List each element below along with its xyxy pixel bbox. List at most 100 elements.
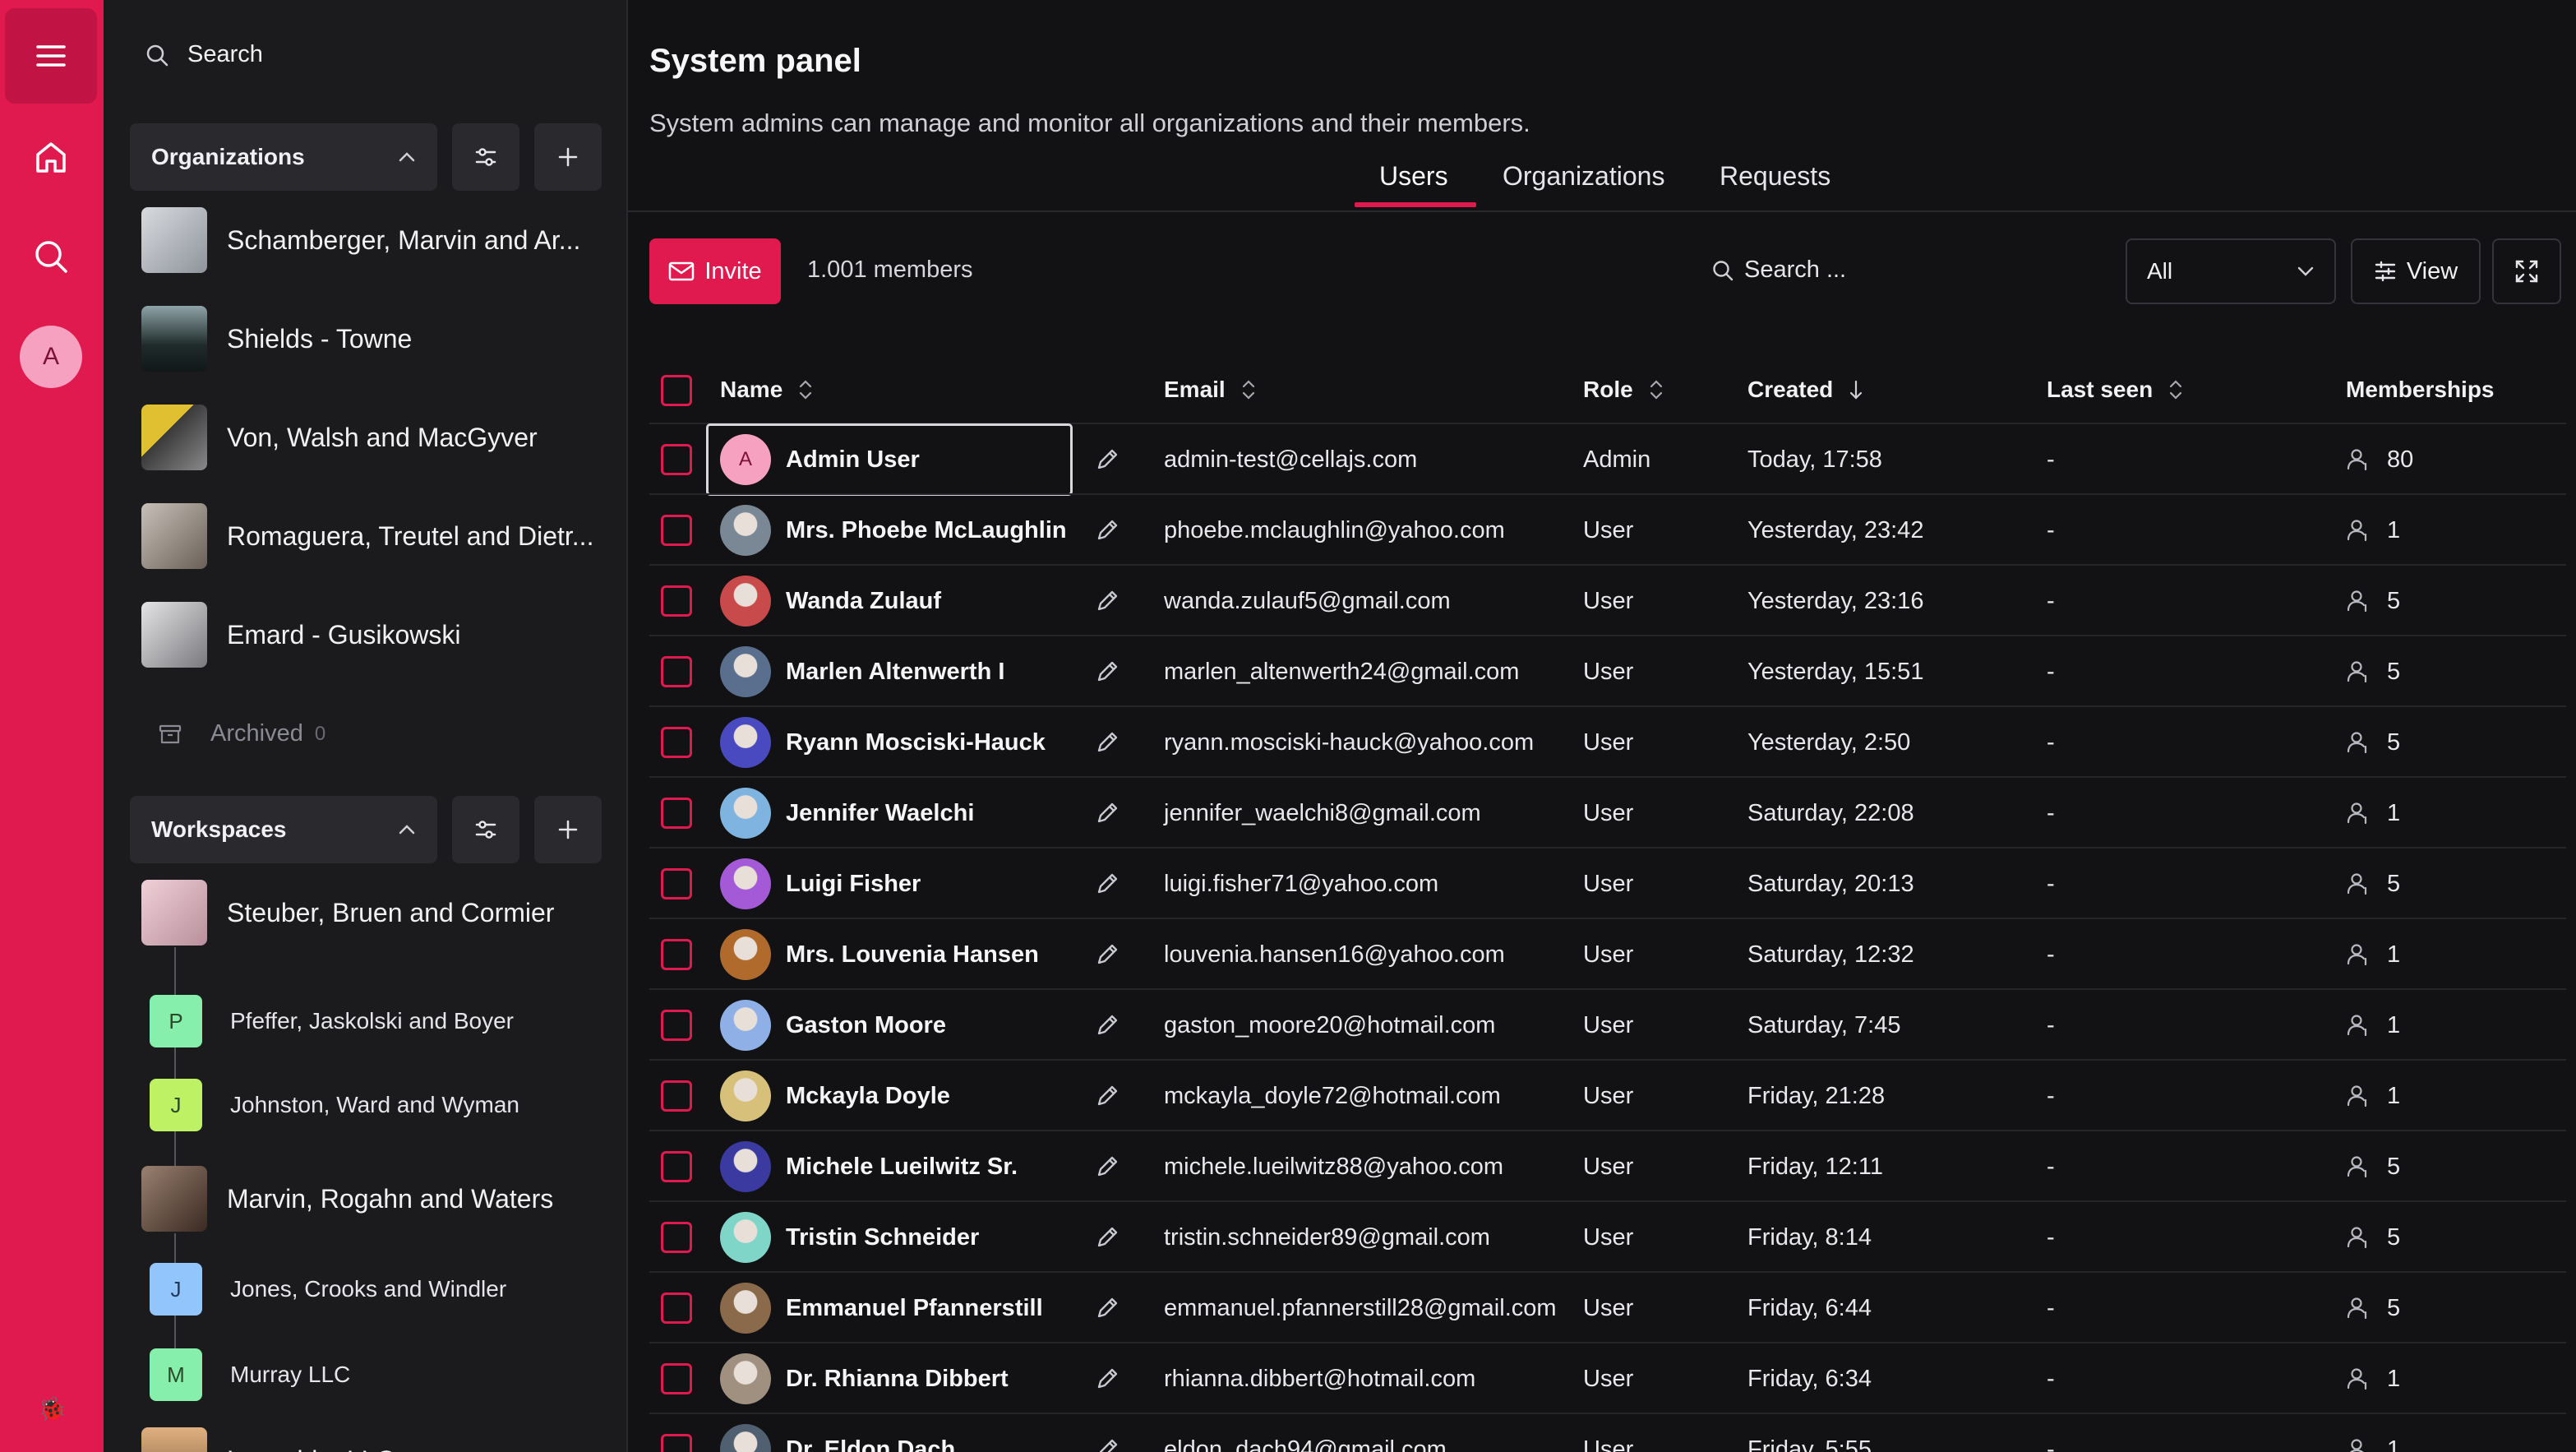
- project-item[interactable]: M Murray LLC: [150, 1348, 350, 1401]
- user-name-cell[interactable]: Ryann Mosciski-Hauck: [720, 707, 1046, 778]
- user-name-cell[interactable]: Jennifer Waelchi: [720, 778, 974, 849]
- row-select[interactable]: [661, 1273, 692, 1343]
- edit-user-button[interactable]: [1095, 1202, 1119, 1273]
- user-name-cell[interactable]: Emmanuel Pfannerstill: [720, 1273, 1043, 1343]
- tab-users[interactable]: Users: [1379, 161, 1448, 208]
- memberships-cell[interactable]: 1: [2346, 990, 2400, 1061]
- user-name-cell[interactable]: Wanda Zulauf: [720, 566, 941, 636]
- column-header-created[interactable]: Created: [1747, 377, 1864, 403]
- row-select[interactable]: [661, 990, 692, 1061]
- row-select[interactable]: [661, 1343, 692, 1414]
- user-name-cell[interactable]: Tristin Schneider: [720, 1202, 979, 1273]
- table-row[interactable]: Jennifer Waelchi jennifer_waelchi8@gmail.…: [649, 776, 2566, 847]
- menu-button[interactable]: [5, 8, 97, 104]
- view-options-button[interactable]: View: [2351, 238, 2481, 304]
- workspace-item[interactable]: Marvin, Rogahn and Waters: [141, 1164, 553, 1233]
- memberships-cell[interactable]: 5: [2346, 849, 2400, 919]
- memberships-cell[interactable]: 5: [2346, 707, 2400, 778]
- archived-organizations[interactable]: Archived 0: [158, 720, 325, 747]
- edit-user-button[interactable]: [1095, 424, 1119, 495]
- checkbox[interactable]: [661, 444, 692, 475]
- user-name-cell[interactable]: Dr. Rhianna Dibbert: [720, 1343, 1009, 1414]
- workspaces-filter-button[interactable]: [452, 796, 519, 863]
- user-name-cell[interactable]: Marlen Altenwerth I: [720, 636, 1004, 707]
- organization-item[interactable]: Shields - Towne: [141, 304, 412, 373]
- table-row[interactable]: Luigi Fisher luigi.fisher71@yahoo.com User…: [649, 847, 2566, 918]
- edit-user-button[interactable]: [1095, 919, 1119, 990]
- workspace-item[interactable]: Lueschke LLC: [141, 1426, 395, 1452]
- user-name-cell[interactable]: Dr. Eldon Dach: [720, 1414, 955, 1452]
- user-name-cell[interactable]: Mrs. Phoebe McLaughlin: [720, 495, 1067, 566]
- sidebar-search[interactable]: Search: [145, 41, 263, 68]
- row-select[interactable]: [661, 707, 692, 778]
- row-select[interactable]: [661, 566, 692, 636]
- project-item[interactable]: J Johnston, Ward and Wyman: [150, 1079, 519, 1131]
- checkbox[interactable]: [661, 1222, 692, 1253]
- organizations-filter-button[interactable]: [452, 123, 519, 191]
- memberships-cell[interactable]: 5: [2346, 566, 2400, 636]
- table-row[interactable]: Emmanuel Pfannerstill emmanuel.pfannersti…: [649, 1271, 2566, 1342]
- edit-user-button[interactable]: [1095, 990, 1119, 1061]
- tab-organizations[interactable]: Organizations: [1503, 161, 1664, 208]
- checkbox[interactable]: [661, 939, 692, 970]
- table-row[interactable]: Gaston Moore gaston_moore20@hotmail.com Us…: [649, 988, 2566, 1059]
- checkbox[interactable]: [661, 798, 692, 829]
- user-name-cell[interactable]: Mrs. Louvenia Hansen: [720, 919, 1039, 990]
- row-select[interactable]: [661, 849, 692, 919]
- column-header-last-seen[interactable]: Last seen: [2047, 377, 2184, 403]
- checkbox[interactable]: [661, 375, 692, 406]
- row-select[interactable]: [661, 919, 692, 990]
- organization-item[interactable]: Romaguera, Treutel and Dietr...: [141, 502, 593, 571]
- checkbox[interactable]: [661, 656, 692, 687]
- memberships-cell[interactable]: 1: [2346, 495, 2400, 566]
- memberships-cell[interactable]: 80: [2346, 424, 2413, 495]
- memberships-cell[interactable]: 5: [2346, 636, 2400, 707]
- edit-user-button[interactable]: [1095, 636, 1119, 707]
- select-all-checkbox[interactable]: [661, 375, 692, 406]
- edit-user-button[interactable]: [1095, 849, 1119, 919]
- checkbox[interactable]: [661, 585, 692, 617]
- table-row[interactable]: Tristin Schneider tristin.schneider89@gma…: [649, 1200, 2566, 1271]
- memberships-cell[interactable]: 1: [2346, 919, 2400, 990]
- fullscreen-button[interactable]: [2492, 238, 2561, 304]
- row-select[interactable]: [661, 1061, 692, 1131]
- workspaces-toggle[interactable]: Workspaces: [130, 796, 437, 863]
- table-row[interactable]: Ryann Mosciski-Hauck ryann.mosciski-hauck…: [649, 705, 2566, 776]
- edit-user-button[interactable]: [1095, 495, 1119, 566]
- edit-user-button[interactable]: [1095, 1414, 1119, 1452]
- project-item[interactable]: J Jones, Crooks and Windler: [150, 1263, 506, 1316]
- organization-item[interactable]: Emard - Gusikowski: [141, 600, 461, 669]
- table-row[interactable]: A Admin User admin-test@cellajs.com Admin To…: [649, 423, 2566, 496]
- checkbox[interactable]: [661, 1010, 692, 1041]
- user-name-cell[interactable]: A Admin User: [706, 423, 1073, 496]
- edit-user-button[interactable]: [1095, 1061, 1119, 1131]
- user-avatar[interactable]: A: [20, 326, 82, 388]
- debug-icon[interactable]: 🐞: [38, 1398, 67, 1421]
- checkbox[interactable]: [661, 1151, 692, 1182]
- home-button[interactable]: [25, 132, 77, 184]
- row-select[interactable]: [661, 1202, 692, 1273]
- table-row[interactable]: Mrs. Louvenia Hansen louvenia.hansen16@ya…: [649, 918, 2566, 988]
- table-row[interactable]: Dr. Eldon Dach eldon_dach94@gmail.com User…: [649, 1413, 2566, 1452]
- user-name-cell[interactable]: Michele Lueilwitz Sr.: [720, 1131, 1018, 1202]
- add-workspace-button[interactable]: [534, 796, 602, 863]
- tab-requests[interactable]: Requests: [1720, 161, 1830, 208]
- row-select[interactable]: [661, 495, 692, 566]
- organization-item[interactable]: Schamberger, Marvin and Ar...: [141, 206, 580, 275]
- column-header-role[interactable]: Role: [1583, 377, 1664, 403]
- column-header-memberships[interactable]: Memberships: [2346, 377, 2495, 403]
- table-row[interactable]: Mrs. Phoebe McLaughlin phoebe.mclaughlin@…: [649, 493, 2566, 564]
- table-row[interactable]: Wanda Zulauf wanda.zulauf5@gmail.com User Y…: [649, 564, 2566, 635]
- row-select[interactable]: [661, 636, 692, 707]
- user-name-cell[interactable]: Mckayla Doyle: [720, 1061, 950, 1131]
- table-search[interactable]: Search ...: [1711, 257, 1846, 284]
- add-organization-button[interactable]: [534, 123, 602, 191]
- role-filter-select[interactable]: All: [2126, 238, 2336, 304]
- memberships-cell[interactable]: 1: [2346, 778, 2400, 849]
- table-row[interactable]: Marlen Altenwerth I marlen_altenwerth24@g…: [649, 635, 2566, 705]
- user-name-cell[interactable]: Gaston Moore: [720, 990, 946, 1061]
- table-row[interactable]: Michele Lueilwitz Sr. michele.lueilwitz88…: [649, 1130, 2566, 1200]
- checkbox[interactable]: [661, 515, 692, 546]
- checkbox[interactable]: [661, 727, 692, 758]
- workspace-item[interactable]: Steuber, Bruen and Cormier: [141, 878, 554, 947]
